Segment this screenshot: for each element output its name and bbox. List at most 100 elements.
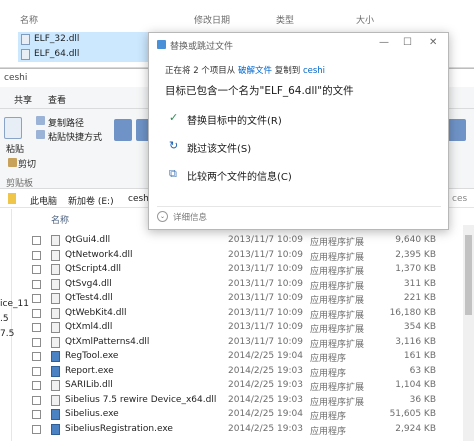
tab-view[interactable]: 查看	[48, 93, 66, 106]
file-type: 应用程序	[310, 354, 347, 364]
row-checkbox[interactable]	[32, 337, 41, 347]
col-name[interactable]: 名称	[51, 213, 69, 226]
col-type[interactable]: 类型	[276, 13, 294, 26]
replace-option[interactable]: ✓ 替换目标中的文件(R)	[157, 107, 441, 129]
file-date: 2013/11/7 10:09	[228, 336, 303, 347]
file-row[interactable]: RegTool.exe 2014/2/25 19:04 应用程序 161 KB	[30, 349, 474, 364]
col-size[interactable]: 大小	[356, 13, 374, 26]
navigation-pane: ice_11 .5 7.5	[0, 209, 29, 441]
tab-share[interactable]: 共享	[14, 93, 32, 106]
copy-path-icon	[36, 116, 45, 125]
file-row[interactable]: QtSvg4.dll 2013/11/7 10:09 应用程序扩展 311 KB	[30, 277, 474, 292]
clipboard-group-label: 剪贴板	[6, 179, 34, 189]
compare-option[interactable]: ⧉ 比较两个文件的信息(C)	[157, 163, 441, 185]
col-name[interactable]: 名称	[20, 13, 38, 26]
file-row-selected[interactable]: ELF_64.dll	[18, 47, 153, 62]
folder-icon	[8, 193, 16, 204]
breadcrumb-drive[interactable]: 新加卷 (E:)	[68, 194, 114, 207]
dll-file-icon	[51, 322, 60, 333]
breadcrumb-pc[interactable]: 此电脑	[30, 194, 57, 207]
row-checkbox[interactable]	[32, 279, 41, 289]
file-row[interactable]: SibeliusRegistration.exe 2014/2/25 19:03 应…	[30, 422, 474, 437]
row-checkbox[interactable]	[32, 352, 41, 361]
row-checkbox[interactable]	[32, 410, 41, 419]
skip-option[interactable]: ↻ 跳过该文件(S)	[157, 135, 441, 157]
row-checkbox[interactable]	[32, 294, 41, 303]
row-checkbox[interactable]	[32, 395, 41, 405]
properties-icon[interactable]	[448, 119, 466, 141]
file-row[interactable]: SARILib.dll 2014/2/25 19:03 应用程序扩展 1,104 KB	[30, 378, 474, 393]
source-folder-link[interactable]: 破解文件	[238, 66, 272, 76]
file-date: 2014/2/25 19:03	[228, 365, 303, 376]
file-row[interactable]: QtTest4.dll 2013/11/7 10:09 应用程序扩展 221 KB	[30, 291, 474, 306]
file-row[interactable]: QtXml4.dll 2013/11/7 10:09 应用程序扩展 354 KB	[30, 320, 474, 335]
file-size: 36 KB	[409, 394, 436, 405]
row-checkbox[interactable]	[32, 381, 41, 390]
file-date: 2013/11/7 10:09	[228, 278, 303, 289]
file-size: 354 KB	[403, 322, 436, 332]
file-row[interactable]: QtGui4.dll 2013/11/7 10:09 应用程序扩展 9,640 KB	[30, 233, 474, 248]
move-to-icon[interactable]	[114, 119, 132, 141]
row-checkbox[interactable]	[32, 308, 41, 318]
file-date: 2014/2/25 19:03	[228, 380, 303, 390]
skip-arrow-icon: ↻	[169, 139, 179, 152]
replace-option-label: 替换目标中的文件(R)	[187, 116, 282, 127]
destination-folder-link[interactable]: ceshi	[303, 66, 325, 76]
vertical-scrollbar[interactable]	[463, 225, 474, 441]
row-checkbox[interactable]	[32, 250, 41, 260]
file-row[interactable]: QtXmlPatterns4.dll 2013/11/7 10:09 应用程序扩展 3…	[30, 335, 474, 350]
file-date: 2014/2/25 19:04	[228, 409, 303, 419]
file-name: SibeliusRegistration.exe	[65, 423, 173, 434]
pin-icon[interactable]	[4, 117, 22, 139]
scrollbar-thumb[interactable]	[465, 235, 472, 315]
dll-file-icon	[21, 34, 30, 45]
row-checkbox[interactable]	[32, 323, 41, 332]
row-checkbox[interactable]	[32, 366, 41, 376]
file-type: 应用程序扩展	[310, 252, 365, 263]
file-row[interactable]: QtScript4.dll 2013/11/7 10:09 应用程序扩展 1,370 …	[30, 262, 474, 277]
dll-file-icon	[51, 249, 60, 261]
details-label: 详细信息	[173, 213, 208, 223]
file-name: QtScript4.dll	[65, 264, 122, 274]
cut-button[interactable]: 剪切	[18, 157, 36, 170]
file-size: 1,370 KB	[395, 264, 436, 274]
file-name: QtNetwork4.dll	[65, 249, 133, 260]
file-row[interactable]: Sibelius.exe 2014/2/25 19:04 应用程序 51,605 KB	[30, 407, 474, 422]
compare-files-icon: ⧉	[169, 167, 177, 180]
file-row[interactable]: Sibelius 7.5 rewire Device_x64.dll 2014/2…	[30, 393, 474, 408]
file-row[interactable]: QtNetwork4.dll 2013/11/7 10:09 应用程序扩展 2,395…	[30, 248, 474, 263]
minimize-icon[interactable]: —	[379, 37, 389, 48]
file-date: 2013/11/7 10:09	[228, 235, 303, 245]
nav-item-fragment[interactable]: ice_11	[0, 299, 29, 309]
top-list-header: 名称 修改日期 类型 大小	[0, 10, 474, 26]
file-size: 221 KB	[403, 293, 436, 303]
col-modified[interactable]: 修改日期	[194, 13, 230, 26]
paste-label[interactable]: 粘贴	[6, 142, 24, 155]
details-toggle[interactable]: ⌄ 详细信息	[157, 206, 441, 223]
paste-shortcut-button[interactable]: 粘贴快捷方式	[48, 130, 102, 143]
row-checkbox[interactable]	[32, 424, 41, 434]
file-date: 2013/11/7 10:09	[228, 322, 303, 332]
nav-item-fragment[interactable]: .5	[0, 314, 9, 324]
window-title: ceshi	[4, 73, 28, 83]
exe-file-icon	[51, 409, 60, 420]
file-row[interactable]: Report.exe 2014/2/25 19:03 应用程序 63 KB	[30, 364, 474, 379]
exe-file-icon	[51, 365, 60, 377]
dll-file-icon	[51, 394, 60, 406]
file-row-selected[interactable]: ELF_32.dll	[18, 32, 153, 47]
row-checkbox[interactable]	[32, 265, 41, 274]
file-row[interactable]: QtWebKit4.dll 2013/11/7 10:09 应用程序扩展 16,180…	[30, 306, 474, 321]
file-name: ELF_64.dll	[34, 49, 80, 59]
maximize-icon[interactable]: ☐	[403, 37, 412, 48]
nav-item-fragment[interactable]: 7.5	[0, 329, 14, 339]
row-checkbox[interactable]	[32, 236, 41, 245]
file-name: ELF_32.dll	[34, 34, 80, 44]
search-box-fragment[interactable]: ces	[452, 194, 467, 204]
file-size: 3,116 KB	[395, 336, 436, 347]
file-date: 2014/2/25 19:04	[228, 351, 303, 361]
dll-file-icon	[51, 264, 60, 275]
close-icon[interactable]: ✕	[429, 37, 437, 48]
dll-file-icon	[51, 380, 60, 391]
copy-path-button[interactable]: 复制路径	[48, 116, 84, 129]
compare-option-label: 比较两个文件的信息(C)	[187, 172, 292, 183]
